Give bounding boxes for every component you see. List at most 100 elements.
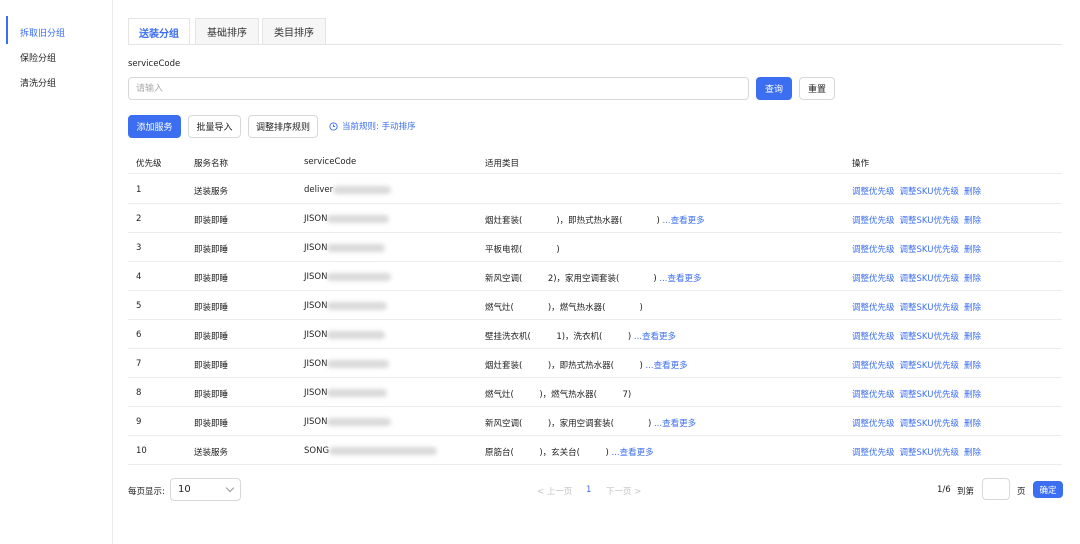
row-service-name: 即装即睡 — [194, 274, 229, 284]
adjust-priority-link[interactable]: 调整优先级 — [852, 332, 895, 342]
delete-link[interactable]: 删除 — [964, 245, 981, 255]
adjust-priority-link[interactable]: 调整优先级 — [852, 187, 895, 197]
batch-import-button[interactable]: 批量导入 — [188, 115, 241, 138]
delete-link[interactable]: 删除 — [964, 274, 981, 284]
view-more-link[interactable]: ...查看更多 — [659, 274, 701, 284]
query-button[interactable]: 查询 — [756, 77, 792, 100]
row-service-code: JISON — [304, 301, 388, 311]
table-row: 7 即装即睡 JISON 烟灶套装( )，即热式热水器( ) ...查看更多 调整优先级… — [128, 349, 1062, 378]
adjust-priority-link[interactable]: 调整优先级 — [852, 419, 895, 429]
redaction-mask — [327, 301, 388, 310]
per-page-select[interactable]: 10 — [170, 478, 241, 501]
tab-basic-sort[interactable]: 基础排序 — [195, 18, 259, 44]
row-category: 烟灶套装( )，即热式热水器( ) ...查看更多 — [485, 359, 688, 371]
redaction-mask — [327, 272, 392, 281]
delete-link[interactable]: 删除 — [964, 332, 981, 342]
row-category-text: 燃气灶( )，燃气热水器( ) — [485, 303, 643, 313]
tab-category-sort[interactable]: 类目排序 — [262, 18, 326, 44]
page-total: 1/6 — [937, 485, 951, 495]
adjust-sku-priority-link[interactable]: 调整SKU优先级 — [900, 390, 959, 400]
adjust-sku-priority-link[interactable]: 调整SKU优先级 — [900, 332, 959, 342]
adjust-priority-link[interactable]: 调整优先级 — [852, 361, 895, 371]
adjust-priority-link[interactable]: 调整优先级 — [852, 216, 895, 226]
row-category-text: 烟灶套装( )，即热式热水器( ) — [485, 361, 643, 371]
row-priority: 3 — [136, 243, 142, 253]
view-more-link[interactable]: ...查看更多 — [645, 361, 687, 371]
row-service-code: deliver — [304, 185, 392, 195]
delete-link[interactable]: 删除 — [964, 216, 981, 226]
chevron-down-icon — [225, 483, 235, 493]
add-service-button[interactable]: 添加服务 — [128, 115, 181, 138]
table-row: 5 即装即睡 JISON 燃气灶( )，燃气热水器( ) 调整优先级 调整SKU优先级删… — [128, 291, 1062, 320]
adjust-sku-priority-link[interactable]: 调整SKU优先级 — [900, 448, 959, 458]
row-service-name: 即装即睡 — [194, 303, 229, 313]
reset-button[interactable]: 重置 — [799, 77, 835, 100]
adjust-sku-priority-link[interactable]: 调整SKU优先级 — [900, 419, 959, 429]
view-more-link[interactable]: ...查看更多 — [634, 332, 676, 342]
row-service-code: JISON — [304, 388, 388, 398]
redaction-mask — [327, 417, 392, 426]
goto-page-input[interactable] — [982, 478, 1010, 500]
adjust-priority-link[interactable]: 调整优先级 — [852, 245, 895, 255]
confirm-goto-button[interactable]: 确定 — [1033, 481, 1063, 498]
delete-link[interactable]: 删除 — [964, 303, 981, 313]
row-service-code: SONG — [304, 446, 438, 456]
goto-label: 到第 — [957, 487, 975, 497]
row-category: 燃气灶( )，燃气热水器( ) — [485, 301, 643, 313]
row-service-code: JISON — [304, 359, 390, 369]
row-service-name: 即装即睡 — [194, 419, 229, 429]
next-page-button[interactable]: 下一页 > — [606, 485, 641, 497]
view-more-link[interactable]: ...查看更多 — [611, 448, 653, 458]
row-service-code: JISON — [304, 243, 386, 253]
adjust-sku-priority-link[interactable]: 调整SKU优先级 — [900, 361, 959, 371]
adjust-sku-priority-link[interactable]: 调整SKU优先级 — [900, 187, 959, 197]
row-priority: 4 — [136, 272, 142, 282]
delete-link[interactable]: 删除 — [964, 419, 981, 429]
adjust-priority-link[interactable]: 调整优先级 — [852, 303, 895, 313]
sidebar-item-cleaning[interactable]: 清洗分组 — [20, 76, 56, 89]
service-code-input[interactable] — [128, 77, 749, 100]
adjust-sku-priority-link[interactable]: 调整SKU优先级 — [900, 216, 959, 226]
row-service-code-text: SONG — [304, 446, 330, 456]
delete-link[interactable]: 删除 — [964, 361, 981, 371]
view-more-link[interactable]: ...查看更多 — [662, 216, 704, 226]
table-row: 2 即装即睡 JISON 烟灶套装( )，即热式热水器( ) ...查看更多 调整优先级… — [128, 204, 1062, 233]
table-header: 优先级 服务名称 serviceCode 适用类目 操作 — [128, 150, 1062, 174]
sidebar: 拆取旧分组 保险分组 清洗分组 — [0, 0, 113, 544]
row-category-text: 烟灶套装( )，即热式热水器( ) — [485, 216, 660, 226]
sidebar-item-remove-old[interactable]: 拆取旧分组 — [20, 26, 65, 39]
row-priority: 8 — [136, 388, 142, 398]
adjust-sku-priority-link[interactable]: 调整SKU优先级 — [900, 303, 959, 313]
row-priority: 10 — [136, 446, 147, 456]
page-unit-label: 页 — [1017, 487, 1026, 497]
table-row: 3 即装即睡 JISON 平板电视( ) 调整优先级 调整SKU优先级 删除 — [128, 233, 1062, 262]
redaction-mask — [327, 214, 390, 223]
row-actions: 调整优先级 调整SKU优先级 删除 — [852, 214, 986, 226]
row-actions: 调整优先级 调整SKU优先级 删除 — [852, 185, 986, 197]
adjust-priority-link[interactable]: 调整优先级 — [852, 390, 895, 400]
row-actions: 调整优先级 调整SKU优先级 删除 — [852, 243, 986, 255]
view-more-link[interactable]: ...查看更多 — [654, 419, 696, 429]
row-service-name: 即装即睡 — [194, 216, 229, 226]
row-actions: 调整优先级 调整SKU优先级 删除 — [852, 359, 986, 371]
tab-delivery-group[interactable]: 送装分组 — [128, 18, 190, 45]
table-row: 6 即装即睡 JISON 壁挂洗衣机( 1)，洗衣机( ) ...查看更多 调整优先级调… — [128, 320, 1062, 349]
prev-page-button[interactable]: < 上一页 — [537, 485, 572, 497]
delete-link[interactable]: 删除 — [964, 390, 981, 400]
table-row: 1 送装服务 deliver 调整优先级 调整SKU优先级 删除 — [128, 175, 1062, 204]
sidebar-item-insurance[interactable]: 保险分组 — [20, 51, 56, 64]
row-category: 平板电视( ) — [485, 243, 560, 255]
row-category-text: 新风空调( 2)，家用空调套装( ) — [485, 274, 657, 284]
delete-link[interactable]: 删除 — [964, 448, 981, 458]
adjust-sku-priority-link[interactable]: 调整SKU优先级 — [900, 274, 959, 284]
table-row: 4 即装即睡 JISON 新风空调( 2)，家用空调套装( ) ...查看更多 调整优先… — [128, 262, 1062, 291]
adjust-priority-link[interactable]: 调整优先级 — [852, 448, 895, 458]
adjust-sort-rule-button[interactable]: 调整排序规则 — [248, 115, 318, 138]
delete-link[interactable]: 删除 — [964, 187, 981, 197]
row-priority: 6 — [136, 330, 142, 340]
adjust-priority-link[interactable]: 调整优先级 — [852, 274, 895, 284]
row-service-name: 即装即睡 — [194, 390, 229, 400]
adjust-sku-priority-link[interactable]: 调整SKU优先级 — [900, 245, 959, 255]
current-page[interactable]: 1 — [586, 485, 591, 495]
table-row: 8 即装即睡 JISON 燃气灶( )，燃气热水器( 7) 调整优先级 调整SKU优先级… — [128, 378, 1062, 407]
